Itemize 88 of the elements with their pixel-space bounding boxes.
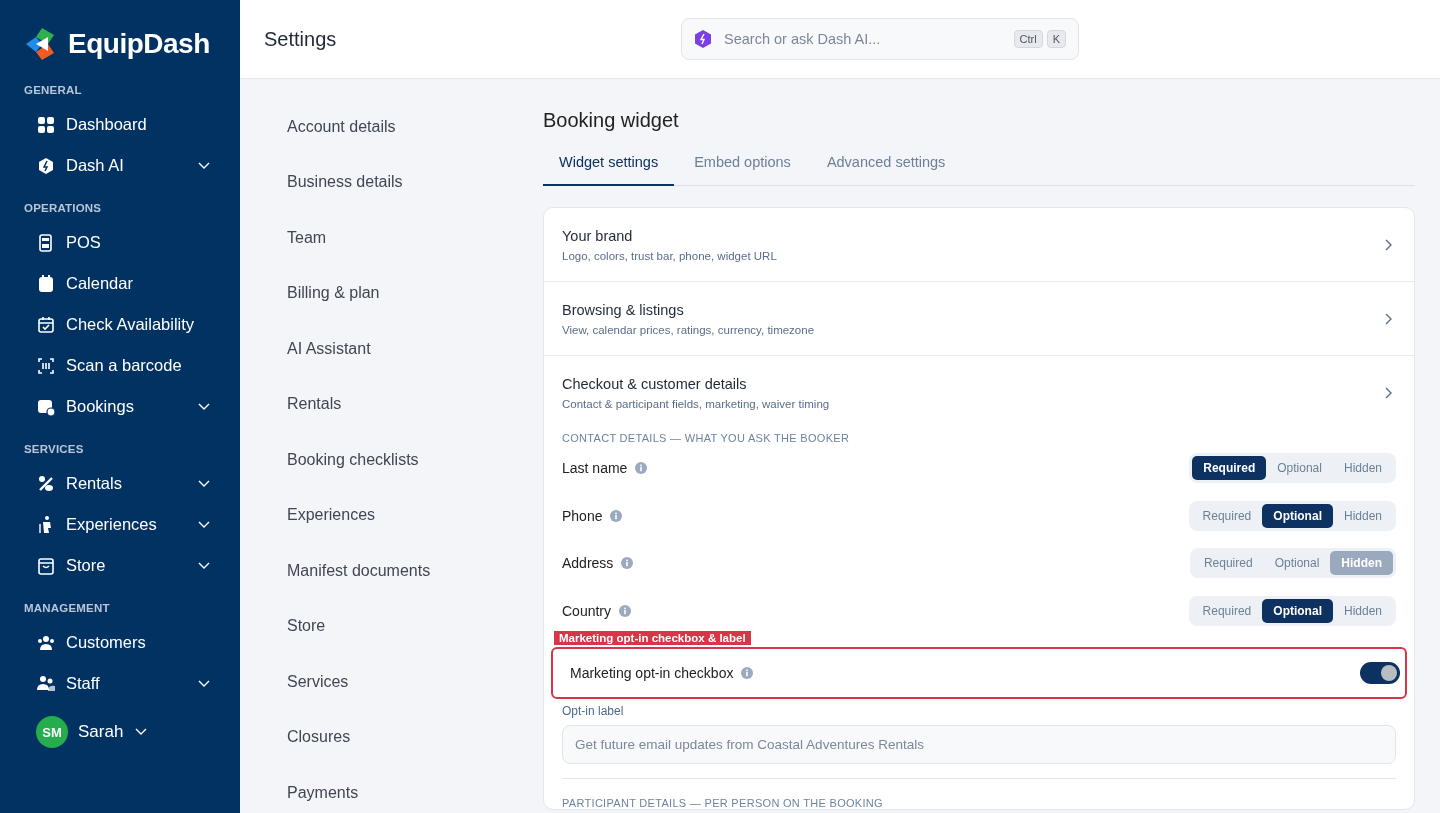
- info-icon: [635, 461, 648, 474]
- nav-item[interactable]: POS: [24, 222, 240, 263]
- segment-option[interactable]: Optional: [1262, 503, 1333, 528]
- row-subtitle: View, calendar prices, ratings, currency, timezone: [562, 323, 815, 336]
- input-field[interactable]: Get future email updates from Coastal Adventures Rentals: [562, 724, 1396, 764]
- calendar-icon: [36, 273, 56, 294]
- settings-nav-item[interactable]: Closures: [287, 709, 351, 765]
- search-field[interactable]: Search or ask Dash AI... Ctrl K: [681, 18, 1079, 60]
- toggle-switch[interactable]: [1360, 661, 1400, 684]
- segment-option[interactable]: Required: [1192, 551, 1264, 576]
- field-label: Phone: [562, 507, 603, 524]
- field-label: Country: [562, 602, 612, 619]
- tab[interactable]: Widget settings: [543, 154, 675, 186]
- page-title: Settings: [264, 27, 338, 51]
- section-heading: GENERAL: [24, 84, 83, 96]
- nav-item[interactable]: Experiences: [24, 504, 240, 545]
- nav-item[interactable]: Store: [24, 545, 240, 586]
- nav-item[interactable]: Check Availability: [24, 304, 240, 345]
- user-menu[interactable]: SM Sarah: [36, 716, 148, 748]
- info-icon: [619, 604, 632, 617]
- segment-option[interactable]: Required: [1191, 598, 1263, 623]
- chevron-right-icon: [1385, 387, 1392, 399]
- tab[interactable]: Advanced settings: [810, 154, 962, 185]
- search-input[interactable]: Search or ask Dash AI...: [722, 30, 1010, 48]
- nav-item[interactable]: Rentals: [24, 463, 240, 504]
- nav-item[interactable]: Customers: [24, 622, 240, 663]
- settings-row[interactable]: Your brand Logo, colors, trust bar, phone, widget URL: [544, 208, 1414, 282]
- section-heading: OPERATIONS: [24, 202, 103, 214]
- user-name: Sarah: [78, 722, 124, 742]
- segment-option[interactable]: Optional: [1262, 598, 1333, 623]
- settings-nav-item[interactable]: Booking checklists: [287, 432, 419, 488]
- brand-name: EquipDash: [68, 28, 210, 60]
- lightning-icon: [694, 29, 712, 49]
- section-heading: SERVICES: [24, 443, 85, 455]
- segment-option[interactable]: Optional: [1266, 455, 1333, 480]
- field-label: Address: [562, 555, 614, 572]
- tab[interactable]: Embed options: [678, 154, 807, 185]
- annotation-label: Marketing opt-in checkbox & label: [554, 630, 751, 645]
- info-icon: [741, 666, 754, 679]
- segment-option[interactable]: Hidden: [1332, 503, 1393, 528]
- settings-nav-item[interactable]: Payments: [287, 765, 359, 813]
- row-title: Your brand: [562, 227, 634, 244]
- settings-nav-item[interactable]: AI Assistant: [287, 321, 371, 377]
- bag-icon: [36, 555, 56, 576]
- staff-icon: [36, 673, 56, 694]
- group-heading: CONTACT DETAILS — WHAT YOU ASK THE BOOKER: [562, 431, 851, 444]
- segment-option[interactable]: Required: [1192, 455, 1267, 480]
- settings-nav-item[interactable]: Services: [287, 654, 349, 710]
- field-label: Last name: [562, 459, 628, 476]
- segment-option[interactable]: Hidden: [1332, 455, 1393, 480]
- field-label: Marketing opt-in checkbox: [570, 664, 734, 681]
- segment-option[interactable]: Required: [1191, 503, 1263, 528]
- nav-item[interactable]: Staff: [24, 663, 240, 704]
- nav-item[interactable]: Bookings: [24, 386, 240, 427]
- segment-option[interactable]: Hidden: [1332, 598, 1393, 623]
- shortcut-key: Ctrl: [1013, 30, 1043, 48]
- row-subtitle: Contact & participant fields, marketing, waiver timing: [562, 398, 830, 410]
- nav-item[interactable]: Calendar: [24, 263, 240, 304]
- settings-row[interactable]: Checkout & customer details Contact & participant fields, marketing, waiver timing: [544, 356, 1414, 430]
- check-icon: [36, 314, 56, 335]
- settings-nav-item[interactable]: Manifest documents: [287, 543, 431, 599]
- settings-nav-item[interactable]: Account details: [287, 99, 396, 155]
- settings-nav-item[interactable]: Business details: [287, 154, 403, 210]
- shortcut-key: K: [1046, 30, 1066, 48]
- grid-icon: [36, 114, 56, 135]
- settings-nav-item[interactable]: Store: [287, 598, 326, 654]
- field-label: Opt-in label: [562, 703, 625, 718]
- chevron-right-icon: [1385, 312, 1392, 325]
- settings-nav-item[interactable]: Experiences: [287, 487, 376, 543]
- scan-icon: [36, 355, 56, 376]
- row-title: Checkout & customer details: [562, 376, 748, 392]
- group-heading: PARTICIPANT DETAILS — PER PERSON ON THE BOOKING: [562, 795, 884, 809]
- info-icon: [621, 557, 634, 570]
- settings-nav-item[interactable]: Team: [287, 210, 327, 266]
- info-icon: [610, 509, 623, 522]
- row-subtitle: Logo, colors, trust bar, phone, widget URL: [562, 249, 777, 262]
- section-heading: MANAGEMENT: [24, 602, 111, 614]
- nav-item[interactable]: Dash AI: [24, 145, 240, 186]
- chevron-right-icon: [1385, 238, 1392, 251]
- settings-row[interactable]: Browsing & listings View, calendar prices, ratings, currency, timezone: [544, 282, 1414, 356]
- settings-nav-item[interactable]: Billing & plan: [287, 265, 380, 321]
- section-title: Booking widget: [543, 109, 680, 132]
- avatar: SM: [36, 716, 68, 748]
- settings-nav-item[interactable]: Rentals: [287, 376, 342, 432]
- row-title: Browsing & listings: [562, 301, 685, 318]
- segment-option[interactable]: Optional: [1263, 551, 1331, 576]
- nav-item[interactable]: Dashboard: [24, 104, 240, 145]
- nav-item[interactable]: Scan a barcode: [24, 345, 240, 386]
